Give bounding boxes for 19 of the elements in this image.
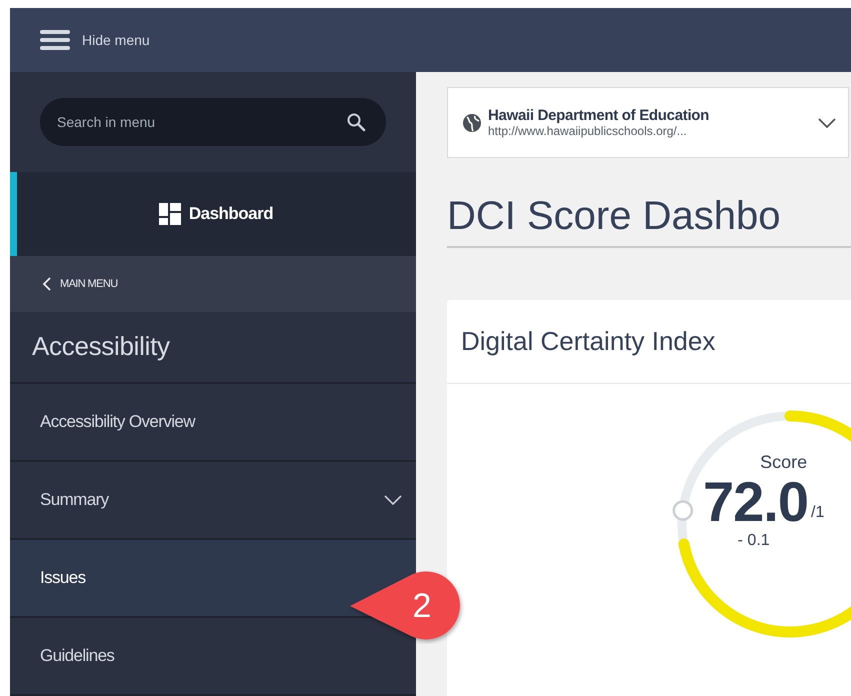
hide-menu-button[interactable]: Hide menu — [40, 29, 150, 51]
site-name: Hawaii Department of Education — [488, 107, 710, 124]
site-selector[interactable]: Hawaii Department of Education http://www.hawaiipublicschools.org/... — [447, 87, 849, 158]
score-max: /1 — [810, 504, 824, 523]
dashboard-icon — [158, 202, 181, 225]
site-url: http://www.hawaiipublicschools.org/... — [488, 124, 688, 138]
search-field[interactable]: Search in menu — [40, 98, 386, 146]
card-title: Digital Certainty Index — [461, 326, 716, 357]
score-value: 72.0 — [703, 473, 808, 532]
score-change: - 0.1 — [738, 532, 770, 550]
main-menu-link[interactable]: MAIN MENU — [10, 256, 416, 312]
chevron-down-icon — [818, 118, 836, 128]
chevron-left-icon — [42, 276, 52, 292]
globe-icon — [462, 112, 482, 132]
dashboard-tab[interactable]: Dashboard — [10, 172, 416, 256]
page-title: DCI Score Dashbo — [447, 194, 851, 248]
score-label: Score — [760, 452, 808, 473]
search-icon — [346, 112, 366, 132]
menu-icon — [40, 29, 70, 51]
